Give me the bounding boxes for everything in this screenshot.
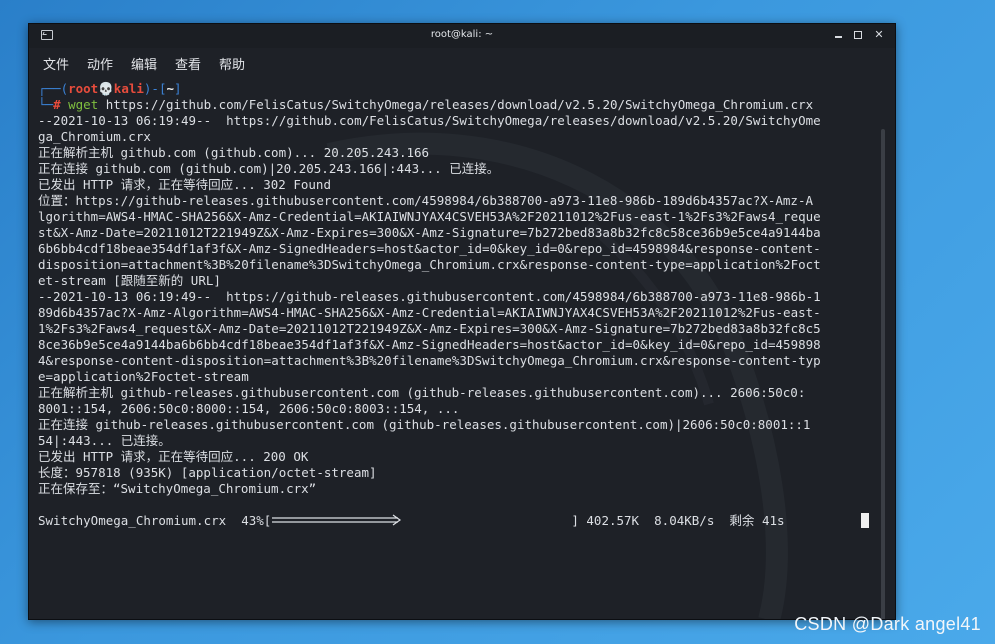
download-progress-line: SwitchyOmega_Chromium.crx 43%[] 402.57K … xyxy=(38,513,878,529)
menu-help[interactable]: 帮助 xyxy=(219,54,245,73)
progress-filename: SwitchyOmega_Chromium.crx xyxy=(38,513,227,528)
output-line: 已发出 HTTP 请求，正在等待回应... 200 OK xyxy=(38,449,309,464)
prompt-line-top: ┌──(root💀kali)-[~] xyxy=(38,81,878,97)
command-line: └─# wget https://github.com/FelisCatus/S… xyxy=(38,97,878,113)
prompt-dir-open: )-[ xyxy=(143,81,167,96)
progress-bar xyxy=(271,513,571,529)
progress-bar-close: ] xyxy=(571,513,579,528)
command-url: https://github.com/FelisCatus/SwitchyOme… xyxy=(105,97,814,112)
skull-icon: 💀 xyxy=(98,81,114,96)
progress-speed: 8.04KB/s xyxy=(654,513,715,528)
minimize-button[interactable] xyxy=(831,28,845,42)
menu-file[interactable]: 文件 xyxy=(43,54,69,73)
window-title: root@kali: ~ xyxy=(430,29,494,40)
close-button[interactable]: ✕ xyxy=(872,28,886,42)
minimize-icon xyxy=(834,36,842,38)
output-line: 54|:443... 已连接。 xyxy=(38,433,171,448)
scrollbar[interactable] xyxy=(881,129,885,619)
prompt-frame: ┌──( xyxy=(38,81,69,96)
progress-percent: 43% xyxy=(241,513,264,528)
output-line: 正在连接 github-releases.githubusercontent.c… xyxy=(38,417,811,432)
prompt-hash: # xyxy=(53,97,61,112)
output-line: 正在解析主机 github.com (github.com)... 20.205… xyxy=(38,145,430,160)
output-line: e=application%2Foctet-stream xyxy=(38,369,249,384)
csdn-watermark: CSDN @Dark angel41 xyxy=(794,614,981,634)
prompt-user: root xyxy=(68,81,99,96)
output-line: 已发出 HTTP 请求，正在等待回应... 302 Found xyxy=(38,177,331,192)
output-line: 位置：https://github-releases.githubusercon… xyxy=(38,193,814,208)
terminal-lines: ┌──(root💀kali)-[~] └─# wget https://gith… xyxy=(38,81,878,529)
terminal-window: root@kali: ~ ✕ 文件 动作 编辑 查看 帮助 ┌──(root💀k… xyxy=(28,23,896,620)
output-line: 4&response-content-disposition=attachmen… xyxy=(38,353,821,368)
prompt-dir-close: ] xyxy=(174,81,182,96)
prompt-host: kali xyxy=(113,81,144,96)
progress-eta: 41s xyxy=(761,513,785,528)
output-line: 89d6b4357ac?X-Amz-Algorithm=AWS4-HMAC-SH… xyxy=(38,305,821,320)
output-line: et-stream [跟随至新的 URL] xyxy=(38,273,221,288)
title-bar[interactable]: root@kali: ~ ✕ xyxy=(29,24,895,48)
output-line: 长度：957818 (935K) [application/octet-stre… xyxy=(38,465,377,480)
maximize-button[interactable] xyxy=(851,28,865,42)
close-icon: ✕ xyxy=(874,28,884,41)
progress-bar-open: [ xyxy=(263,513,272,528)
prompt-dir: ~ xyxy=(166,81,175,96)
progress-remaining-label: 剩余 xyxy=(729,513,755,528)
menu-bar: 文件 动作 编辑 查看 帮助 xyxy=(29,48,895,74)
menu-edit[interactable]: 编辑 xyxy=(131,54,157,73)
output-line: disposition=attachment%3B%20filename%3DS… xyxy=(38,257,821,272)
progress-bar-arrowhead xyxy=(392,514,402,526)
output-line: lgorithm=AWS4-HMAC-SHA256&X-Amz-Credenti… xyxy=(38,209,821,224)
maximize-icon xyxy=(854,31,862,39)
terminal-output-area[interactable]: ┌──(root💀kali)-[~] └─# wget https://gith… xyxy=(29,74,895,619)
output-line: 8001::154, 2606:50c0:8000::154, 2606:50c… xyxy=(38,401,460,416)
progress-size: 402.57K xyxy=(586,513,640,528)
output-line: 1%2Fs3%2Faws4_request&X-Amz-Date=2021101… xyxy=(38,321,821,336)
output-line: 8ce36b9e5ce4a9144ba6b6bb4cdf18beae354df1… xyxy=(38,337,821,352)
output-line: 正在保存至：“SwitchyOmega_Chromium.crx” xyxy=(38,481,317,496)
output-line: ga_Chromium.crx xyxy=(38,129,151,144)
output-line: --2021-10-13 06:19:49-- https://github.c… xyxy=(38,113,821,128)
output-line: 正在解析主机 github-releases.githubusercontent… xyxy=(38,385,806,400)
output-line: st&X-Amz-Date=20211012T221949Z&X-Amz-Exp… xyxy=(38,225,821,240)
progress-bar-arrow xyxy=(272,514,402,526)
menu-action[interactable]: 动作 xyxy=(87,54,113,73)
output-line: 6b6bb4cdf18beae354df1af3f&X-Amz-SignedHe… xyxy=(38,241,821,256)
terminal-cursor xyxy=(861,513,869,528)
output-line: 正在连接 github.com (github.com)|20.205.243.… xyxy=(38,161,500,176)
command-name: wget xyxy=(68,97,99,112)
prompt-frame-bottom: └─ xyxy=(38,97,54,112)
output-line: --2021-10-13 06:19:49-- https://github-r… xyxy=(38,289,821,304)
menu-view[interactable]: 查看 xyxy=(175,54,201,73)
